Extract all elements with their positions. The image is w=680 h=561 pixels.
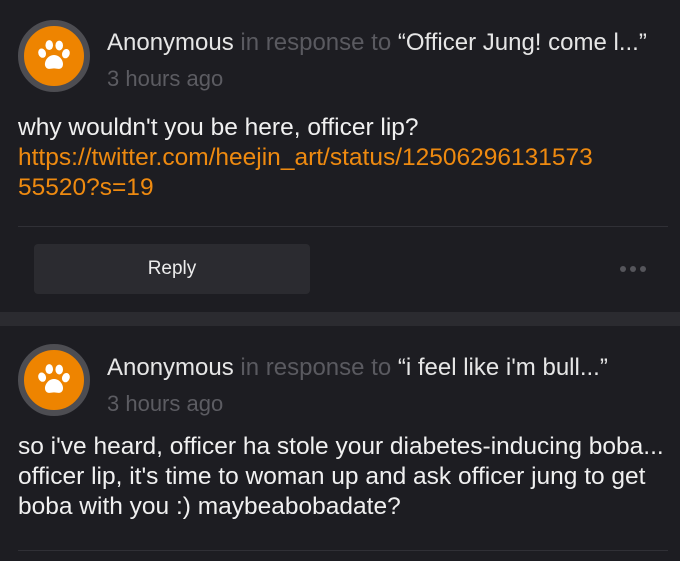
comment-text: so i've heard, officer ha stole your dia… [18,433,664,520]
divider [18,550,668,551]
author-name[interactable]: Anonymous [107,354,234,381]
paw-icon [38,40,70,69]
timestamp: 3 hours ago [107,66,224,91]
timestamp: 3 hours ago [107,391,224,416]
paw-icon [38,364,70,393]
comment-meta: Anonymous in response to “i feel like i'… [107,354,608,418]
comment-card: Anonymous in response to “i feel like i'… [0,326,680,561]
comment-link-line-1[interactable]: https://twitter.com/heejin_art/status/12… [18,144,593,171]
comment-body: so i've heard, officer ha stole your dia… [18,432,668,522]
comment-link-line-2[interactable]: 55520?s=19 [18,174,154,201]
more-horizontal-icon[interactable] [620,262,650,276]
comment-text: why wouldn't you be here, officer lip? [18,114,419,141]
avatar[interactable] [18,20,90,92]
comment-header: Anonymous in response to “i feel like i'… [107,354,608,382]
comment-link[interactable]: https://twitter.com/heejin_art/status/12… [18,143,668,203]
parent-comment-quote[interactable]: “i feel like i'm bull...” [398,354,608,381]
comment-card: Anonymous in response to “Officer Jung! … [0,0,680,312]
in-response-to-label: in response to [240,354,392,381]
in-response-to-label: in response to [240,29,392,56]
author-name[interactable]: Anonymous [107,29,234,56]
section-separator [0,312,680,326]
reply-button[interactable]: Reply [34,244,310,294]
divider [18,226,668,227]
comment-header: Anonymous in response to “Officer Jung! … [107,29,647,57]
avatar[interactable] [18,344,90,416]
parent-comment-quote[interactable]: “Officer Jung! come l...” [398,29,647,56]
comment-body: why wouldn't you be here, officer lip? h… [18,113,668,203]
comment-meta: Anonymous in response to “Officer Jung! … [107,29,647,93]
